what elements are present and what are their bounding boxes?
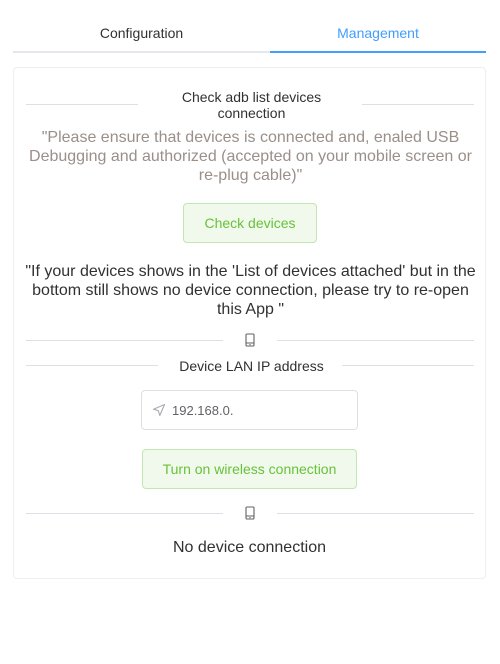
divider-left [26,340,223,341]
reopen-app-note: "If your devices shows in the 'List of d… [25,263,476,318]
divider-right [277,340,474,341]
divider-left [26,365,158,366]
check-devices-title: Check adb list devices connection [181,89,322,121]
ip-address-field[interactable] [141,390,358,430]
usb-debugging-hint: "Please ensure that devices is connected… [29,129,472,184]
navigation-arrow-icon [152,403,166,417]
tablet-icon [245,506,255,520]
wireless-connection-button[interactable]: Turn on wireless connection [142,449,357,489]
tab-management[interactable]: Management [270,0,486,53]
check-devices-button[interactable]: Check devices [183,203,317,243]
divider-right [362,104,474,105]
tab-bar: Configuration Management [13,0,486,53]
connection-status: No device connection [173,539,326,556]
ip-address-input[interactable] [172,392,352,428]
divider-left [26,104,138,105]
divider-left [26,513,223,514]
management-card: Check adb list devices connection "Pleas… [13,67,486,579]
divider-right [342,365,474,366]
tab-active-indicator [270,51,486,53]
lan-ip-label: Device LAN IP address [179,358,324,374]
divider-right [277,513,474,514]
tablet-icon [245,333,255,347]
tab-configuration[interactable]: Configuration [13,0,270,53]
